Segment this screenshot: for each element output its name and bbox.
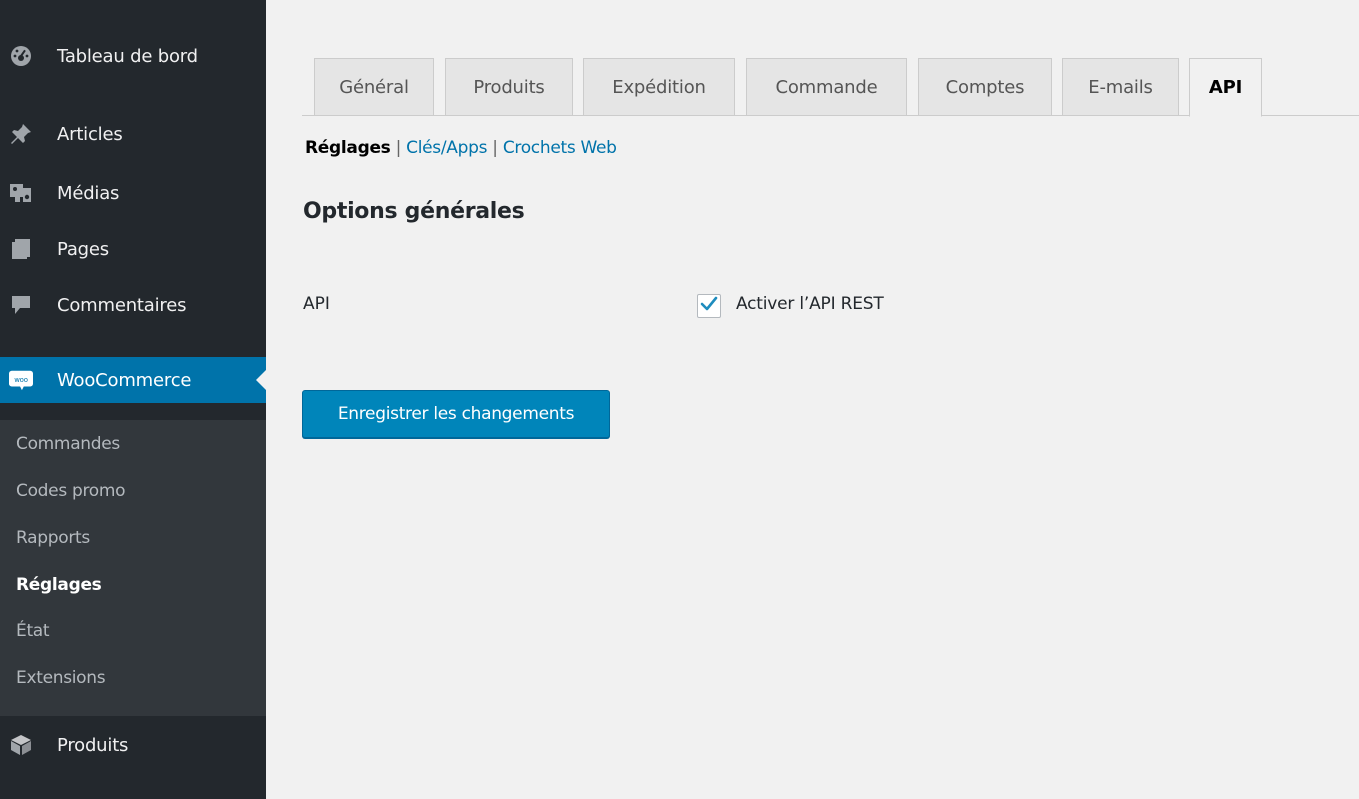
subnav-link-cles-apps[interactable]: Clés/Apps (406, 138, 487, 158)
enable-rest-api-checkbox[interactable] (697, 294, 721, 318)
woocommerce-submenu: Commandes Codes promo Rapports Réglages … (0, 420, 266, 716)
subnav-separator: | (487, 138, 503, 158)
active-indicator (256, 370, 266, 390)
menu-label: Produits (57, 734, 129, 756)
box-icon (9, 733, 33, 757)
checkmark-icon (700, 296, 718, 316)
subnav-separator: | (390, 138, 407, 158)
tab-api[interactable]: API (1189, 58, 1262, 117)
submenu-item-reglages[interactable]: Réglages (16, 575, 102, 595)
submenu-item-codes-promo[interactable]: Codes promo (16, 481, 126, 501)
woo-icon: woo (9, 368, 33, 392)
menu-item-woocommerce[interactable]: woo WooCommerce (0, 357, 266, 403)
menu-item-commentaires[interactable]: Commentaires (0, 282, 266, 328)
tab-produits[interactable]: Produits (445, 58, 573, 116)
menu-label: Commentaires (57, 294, 187, 316)
dashboard-icon (9, 44, 33, 68)
section-title: Options générales (303, 199, 525, 224)
tab-general[interactable]: Général (314, 58, 434, 116)
tab-expedition[interactable]: Expédition (583, 58, 735, 116)
menu-label: WooCommerce (57, 369, 192, 391)
media-icon (9, 181, 33, 205)
menu-label: Pages (57, 238, 109, 260)
menu-item-produits[interactable]: Produits (0, 722, 266, 768)
menu-item-articles[interactable]: Articles (0, 111, 266, 157)
menu-item-medias[interactable]: Médias (0, 170, 266, 216)
tab-comptes[interactable]: Comptes (918, 58, 1052, 116)
settings-subnav: Réglages | Clés/Apps | Crochets Web (305, 138, 617, 158)
tab-commande[interactable]: Commande (746, 58, 907, 116)
pin-icon (9, 122, 33, 146)
pages-icon (9, 237, 33, 261)
comment-icon (9, 293, 33, 317)
menu-label: Médias (57, 182, 120, 204)
subnav-link-crochets-web[interactable]: Crochets Web (503, 138, 617, 158)
admin-sidebar: Tableau de bord Articles Médias Pages Co… (0, 0, 266, 799)
menu-item-dashboard[interactable]: Tableau de bord (0, 33, 266, 79)
submenu-item-rapports[interactable]: Rapports (16, 528, 90, 548)
submenu-item-commandes[interactable]: Commandes (16, 434, 120, 454)
enable-rest-api-label[interactable]: Activer l’API REST (736, 294, 884, 314)
save-changes-button[interactable]: Enregistrer les changements (302, 390, 610, 438)
menu-label: Articles (57, 123, 123, 145)
menu-label: Tableau de bord (57, 45, 198, 67)
submenu-item-etat[interactable]: État (16, 621, 50, 641)
setting-label-api: API (303, 294, 330, 314)
menu-item-pages[interactable]: Pages (0, 226, 266, 272)
subnav-current-reglages: Réglages (305, 138, 391, 158)
svg-text:woo: woo (14, 376, 28, 384)
tab-emails[interactable]: E-mails (1062, 58, 1179, 116)
submenu-item-extensions[interactable]: Extensions (16, 668, 106, 688)
